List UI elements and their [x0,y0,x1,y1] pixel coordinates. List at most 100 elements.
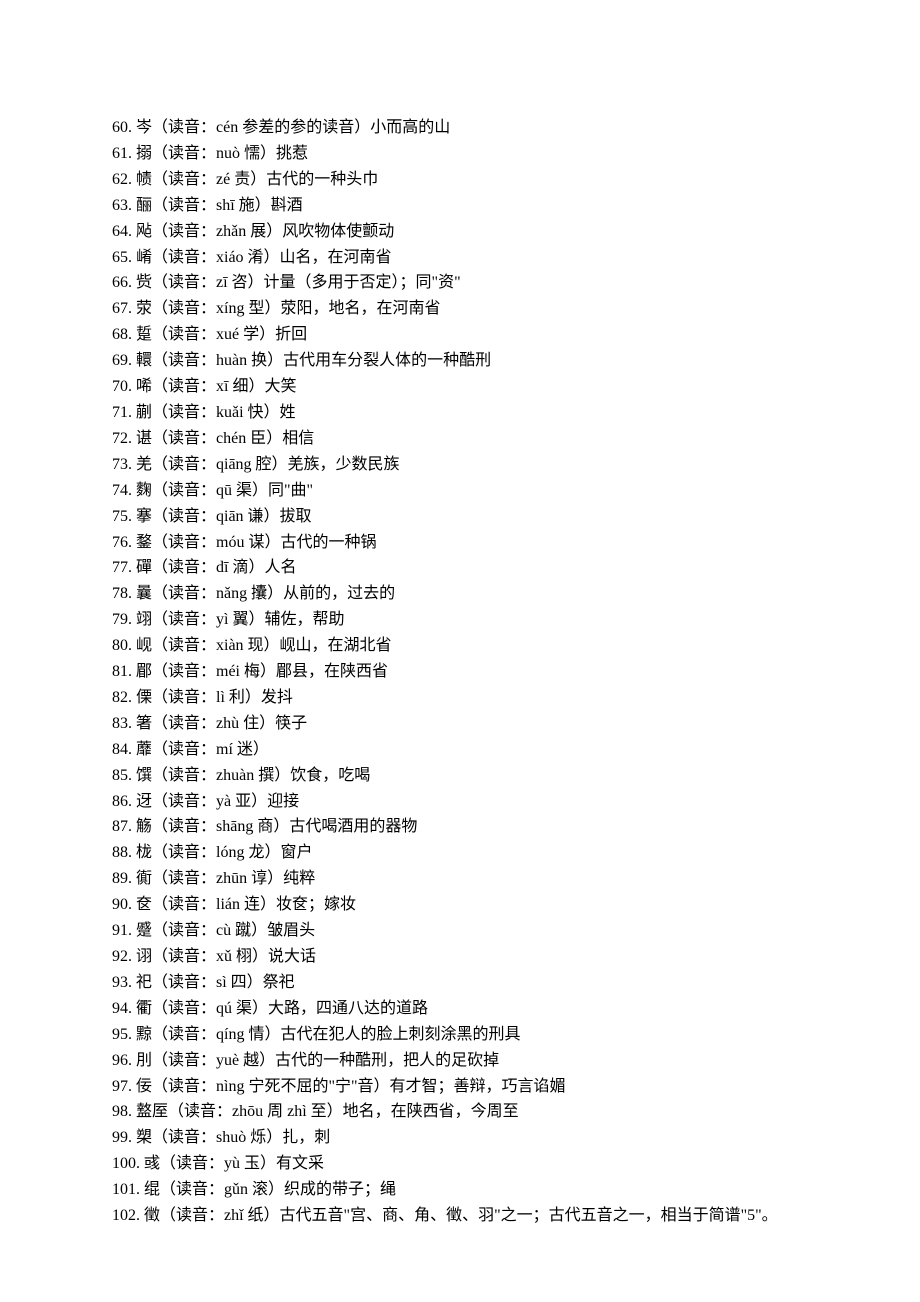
entry-text: 搦（读音：nuò 懦）挑惹 [136,145,308,162]
entry-number: 101. [112,1181,140,1198]
entry-number: 83. [112,715,132,732]
entry-66: 66. 赀（读音：zī 咨）计量（多用于否定）；同"资" [112,270,808,296]
entry-number: 88. [112,844,132,861]
entry-number: 85. [112,767,132,784]
entry-text: 唏（读音：xī 细）大笑 [136,378,296,395]
entry-text: 彧（读音：yù 玉）有文采 [144,1155,324,1172]
entry-number: 69. [112,352,132,369]
entry-number: 92. [112,948,132,965]
entry-70: 70. 唏（读音：xī 细）大笑 [112,374,808,400]
entry-text: 盩厔（读音：zhōu 周 zhì 至）地名，在陕西省，今周至 [136,1103,519,1120]
entry-69: 69. 轘（读音：huàn 换）古代用车分裂人体的一种酷刑 [112,348,808,374]
entry-number: 68. [112,326,132,343]
entry-94: 94. 衢（读音：qú 渠）大路，四通八达的道路 [112,996,808,1022]
entry-82: 82. 傈（读音：lì 利）发抖 [112,685,808,711]
entry-72: 72. 谌（读音：chén 臣）相信 [112,426,808,452]
entry-text: 郿（读音：méi 梅）郿县，在陕西省 [136,663,388,680]
entry-number: 77. [112,559,132,576]
entry-90: 90. 奁（读音：lián 连）妆奁；嫁妆 [112,892,808,918]
entry-number: 78. [112,585,132,602]
entry-60: 60. 岑（读音：cén 参差的参的读音）小而高的山 [112,115,808,141]
entry-80: 80. 岘（读音：xiàn 现）岘山，在湖北省 [112,633,808,659]
entry-text: 傈（读音：lì 利）发抖 [136,689,293,706]
entry-102: 102. 徵（读音：zhǐ 纸）古代五音"宫、商、角、徵、羽"之一；古代五音之一… [112,1203,808,1229]
entry-number: 91. [112,922,132,939]
entry-92: 92. 诩（读音：xǔ 栩）说大话 [112,944,808,970]
character-definitions-list: 60. 岑（读音：cén 参差的参的读音）小而高的山61. 搦（读音：nuò 懦… [112,115,808,1203]
entry-number: 100. [112,1155,140,1172]
entry-text: 蒯（读音：kuǎi 快）姓 [136,404,296,421]
entry-71: 71. 蒯（读音：kuǎi 快）姓 [112,400,808,426]
entry-89: 89. 衠（读音：zhūn 谆）纯粹 [112,866,808,892]
entry-number: 90. [112,896,132,913]
entry-75: 75. 搴（读音：qiān 谦）拔取 [112,504,808,530]
entry-number: 79. [112,611,132,628]
entry-text: 箸（读音：zhù 住）筷子 [136,715,307,732]
entry-number: 102. [112,1207,140,1224]
entry-text: 岑（读音：cén 参差的参的读音）小而高的山 [136,119,450,136]
entry-number: 99. [112,1129,132,1146]
entry-76: 76. 鍪（读音：móu 谋）古代的一种锅 [112,530,808,556]
entry-text: 奁（读音：lián 连）妆奁；嫁妆 [136,896,356,913]
entry-98: 98. 盩厔（读音：zhōu 周 zhì 至）地名，在陕西省，今周至 [112,1099,808,1125]
entry-number: 67. [112,300,132,317]
entry-number: 64. [112,223,132,240]
entry-62: 62. 帻（读音：zé 责）古代的一种头巾 [112,167,808,193]
entry-96: 96. 刖（读音：yuè 越）古代的一种酷刑，把人的足砍掉 [112,1048,808,1074]
entry-text: 祀（读音：sì 四）祭祀 [136,974,295,991]
entry-text: 麴（读音：qū 渠）同"曲" [136,482,313,499]
entry-88: 88. 栊（读音：lóng 龙）窗户 [112,840,808,866]
entry-text: 蹙（读音：cù 蹴）皱眉头 [136,922,315,939]
entry-text: 踅（读音：xué 学）折回 [136,326,307,343]
entry-74: 74. 麴（读音：qū 渠）同"曲" [112,478,808,504]
entry-text: 栊（读音：lóng 龙）窗户 [136,844,312,861]
entry-text: 荥（读音：xíng 型）荥阳，地名，在河南省 [136,300,440,317]
entry-text: 槊（读音：shuò 烁）扎，刺 [136,1129,330,1146]
entry-number: 60. [112,119,132,136]
entry-text: 佞（读音：nìng 宁死不屈的"宁"音）有才智；善辩，巧言谄媚 [136,1078,566,1095]
entry-64: 64. 飐（读音：zhǎn 展）风吹物体使颤动 [112,219,808,245]
entry-text: 翊（读音：yì 翼）辅佐，帮助 [136,611,344,628]
entry-text: 衠（读音：zhūn 谆）纯粹 [136,870,315,887]
entry-67: 67. 荥（读音：xíng 型）荥阳，地名，在河南省 [112,296,808,322]
entry-text: 搴（读音：qiān 谦）拔取 [136,508,312,525]
entry-number: 73. [112,456,132,473]
entry-95: 95. 黥（读音：qíng 情）古代在犯人的脸上刺刻涂黑的刑具 [112,1022,808,1048]
entry-text: 赀（读音：zī 咨）计量（多用于否定）；同"资" [136,274,461,291]
entry-84: 84. 蘼（读音：mí 迷） [112,737,808,763]
entry-text: 黥（读音：qíng 情）古代在犯人的脸上刺刻涂黑的刑具 [136,1026,520,1043]
entry-63: 63. 酾（读音：shī 施）斟酒 [112,193,808,219]
entry-number: 65. [112,249,132,266]
entry-65: 65. 崤（读音：xiáo 淆）山名，在河南省 [112,245,808,271]
entry-text: 诩（读音：xǔ 栩）说大话 [136,948,316,965]
entry-86: 86. 迓（读音：yà 亚）迎接 [112,789,808,815]
entry-85: 85. 馔（读音：zhuàn 撰）饮食，吃喝 [112,763,808,789]
entry-text: 馔（读音：zhuàn 撰）饮食，吃喝 [136,767,370,784]
entry-text: 刖（读音：yuè 越）古代的一种酷刑，把人的足砍掉 [136,1052,499,1069]
entry-number: 63. [112,197,132,214]
entry-text: 轘（读音：huàn 换）古代用车分裂人体的一种酷刑 [136,352,491,369]
entry-text: 蘼（读音：mí 迷） [136,741,269,758]
entry-number: 82. [112,689,132,706]
entry-number: 84. [112,741,132,758]
entry-text: 谌（读音：chén 臣）相信 [136,430,314,447]
entry-text: 飐（读音：zhǎn 展）风吹物体使颤动 [136,223,394,240]
entry-text: 衢（读音：qú 渠）大路，四通八达的道路 [136,1000,428,1017]
entry-number: 70. [112,378,132,395]
entry-99: 99. 槊（读音：shuò 烁）扎，刺 [112,1125,808,1151]
entry-text: 迓（读音：yà 亚）迎接 [136,793,299,810]
entry-61: 61. 搦（读音：nuò 懦）挑惹 [112,141,808,167]
entry-101: 101. 绲（读音：gǔn 滚）织成的带子；绳 [112,1177,808,1203]
entry-number: 80. [112,637,132,654]
entry-number: 98. [112,1103,132,1120]
entry-text: 曩（读音：nǎng 攮）从前的，过去的 [136,585,395,602]
entry-number: 89. [112,870,132,887]
entry-97: 97. 佞（读音：nìng 宁死不屈的"宁"音）有才智；善辩，巧言谄媚 [112,1074,808,1100]
entry-78: 78. 曩（读音：nǎng 攮）从前的，过去的 [112,581,808,607]
entry-number: 86. [112,793,132,810]
entry-number: 66. [112,274,132,291]
entry-text: 羌（读音：qiāng 腔）羌族，少数民族 [136,456,400,473]
entry-text: 绲（读音：gǔn 滚）织成的带子；绳 [144,1181,396,1198]
entry-number: 93. [112,974,132,991]
entry-87: 87. 觞（读音：shāng 商）古代喝酒用的器物 [112,814,808,840]
